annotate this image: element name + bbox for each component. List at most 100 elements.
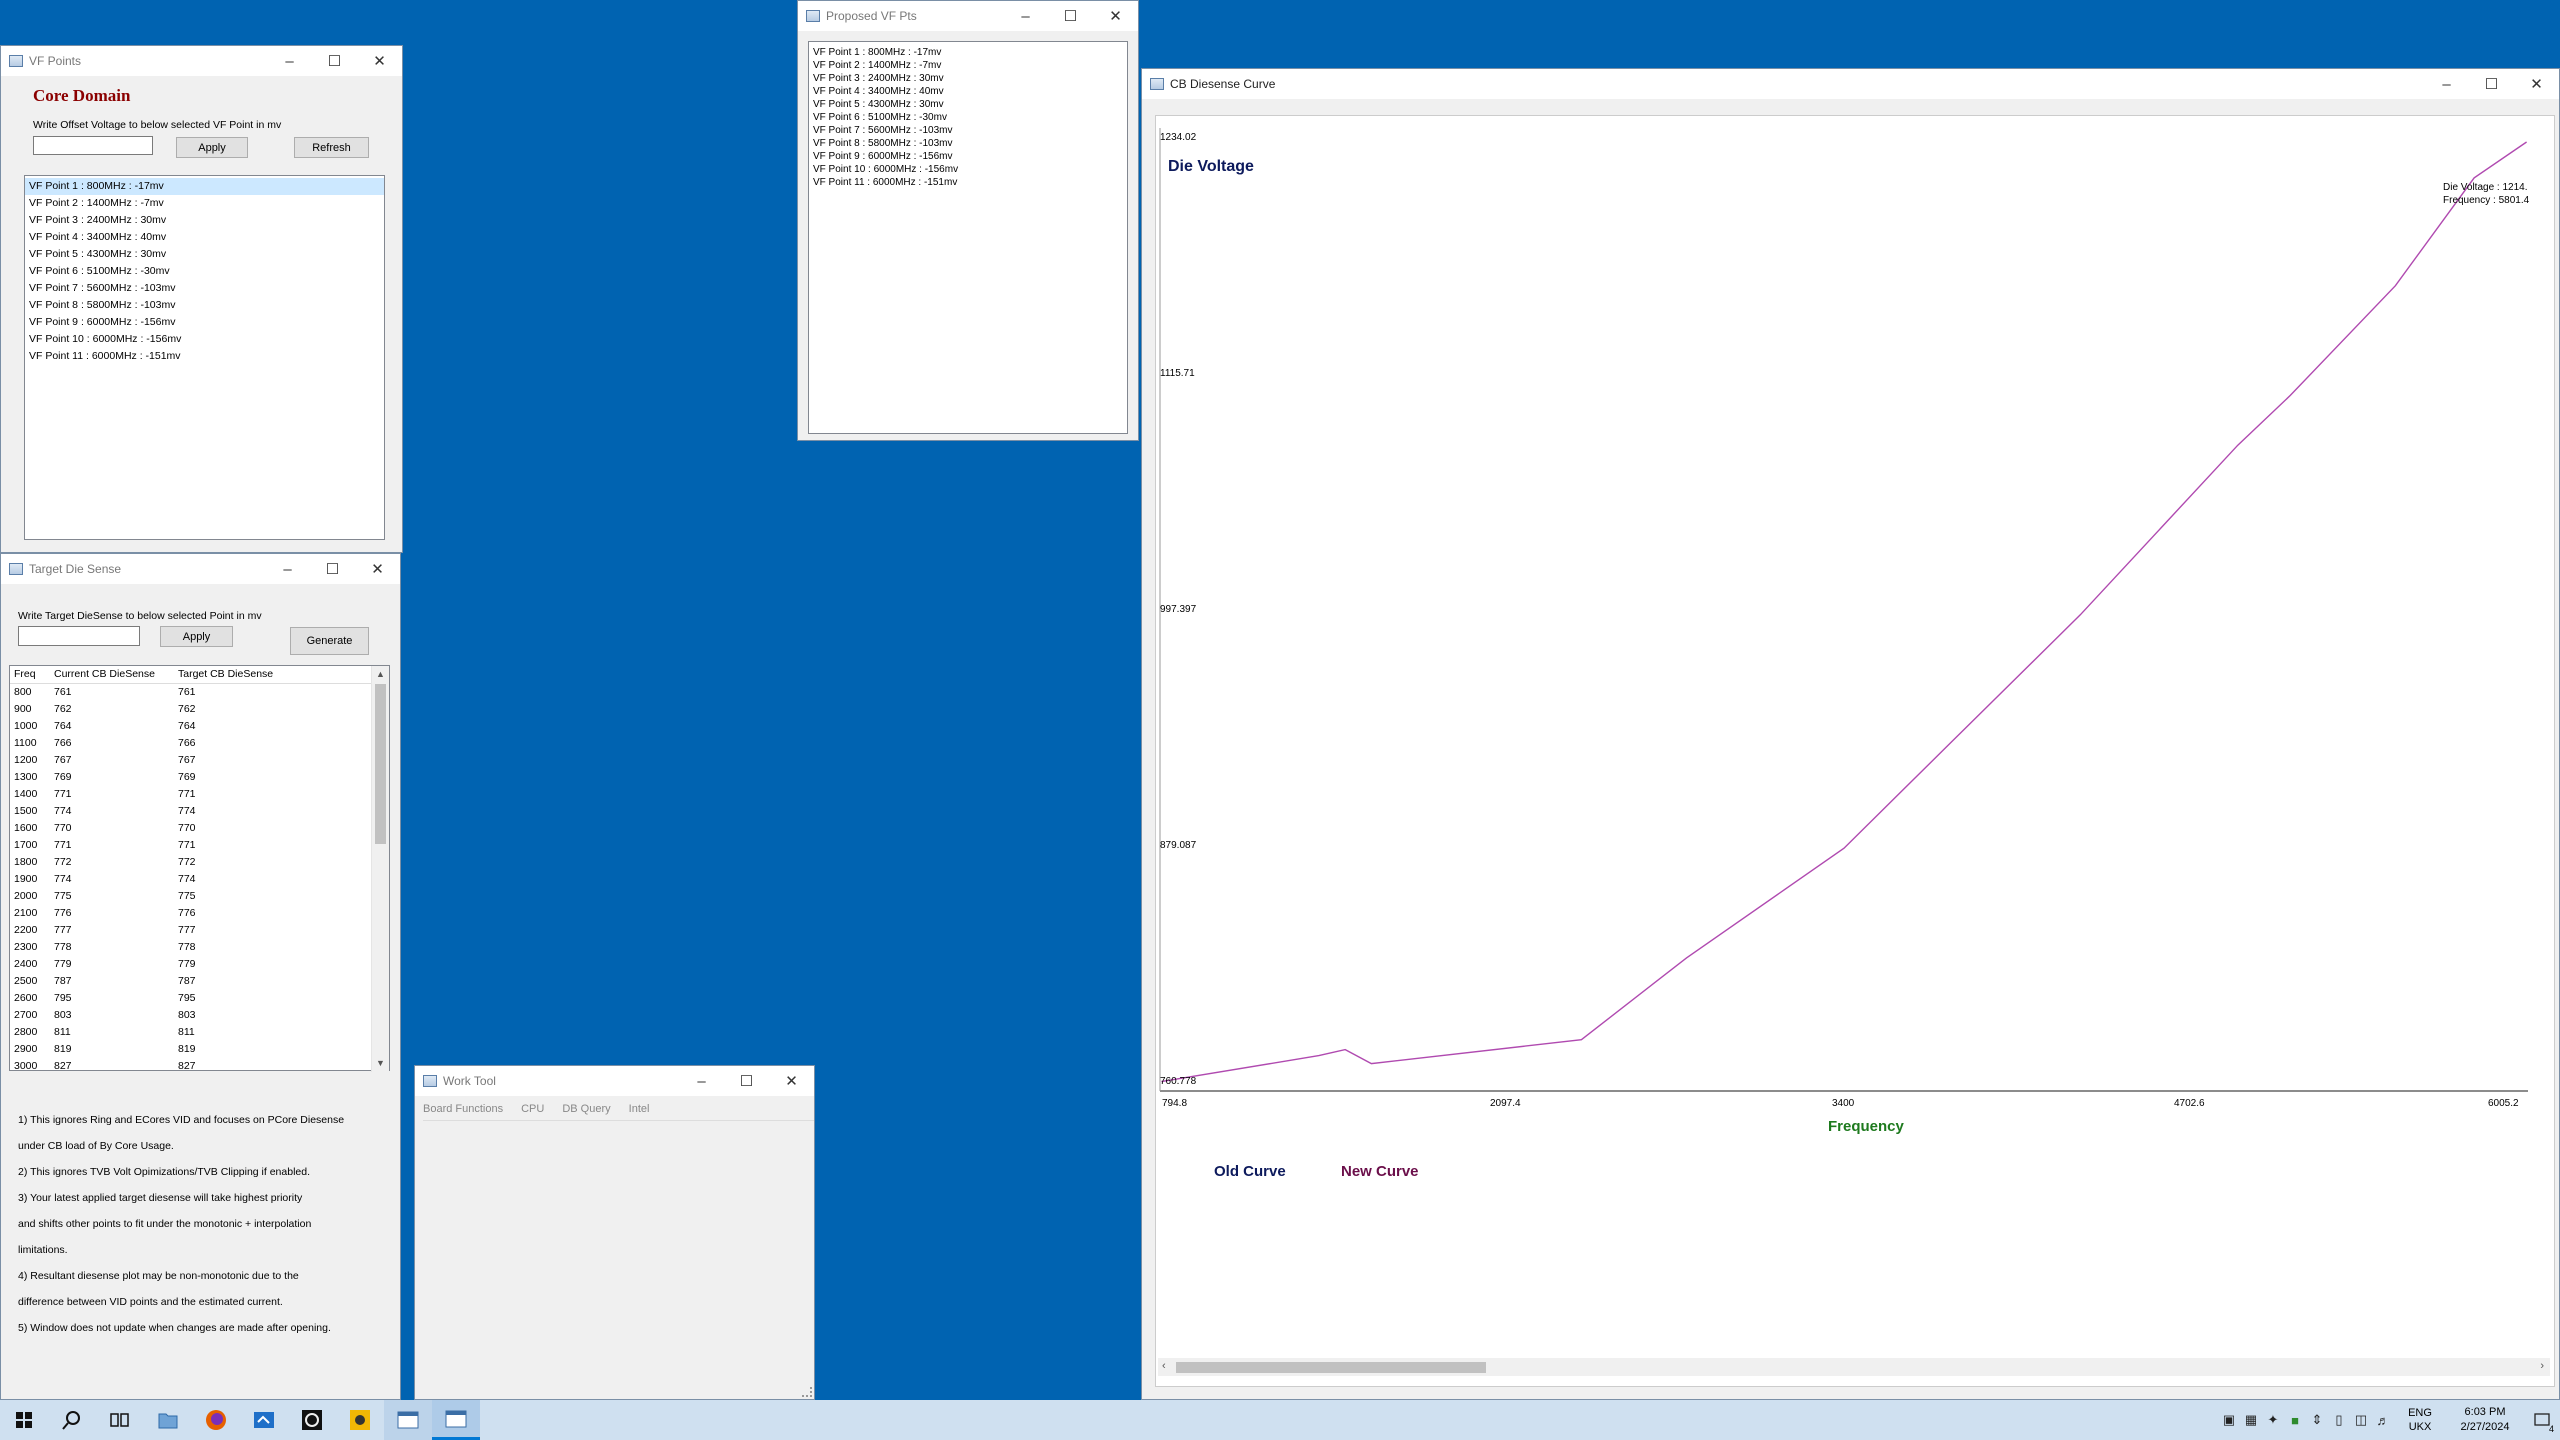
- tray-usb-icon[interactable]: ⇕: [2306, 1412, 2328, 1428]
- menu-board-functions[interactable]: Board Functions: [423, 1103, 503, 1115]
- clock[interactable]: 6:03 PM 2/27/2024: [2446, 1405, 2524, 1435]
- table-scrollbar[interactable]: ▲ ▼: [371, 666, 389, 1072]
- table-row[interactable]: 2600 795 795: [10, 990, 389, 1007]
- app-window-icon[interactable]: [384, 1400, 432, 1440]
- generate-button[interactable]: Generate: [290, 627, 369, 655]
- list-item[interactable]: VF Point 7 : 5600MHz : -103mv: [25, 280, 384, 297]
- table-row[interactable]: 2100 776 776: [10, 905, 389, 922]
- notification-center-icon[interactable]: 4: [2524, 1400, 2560, 1440]
- tray-battery-icon[interactable]: ▯: [2328, 1412, 2350, 1428]
- apply-target-button[interactable]: Apply: [160, 626, 233, 647]
- vf-points-titlebar[interactable]: VF Points – ☐ ✕: [1, 46, 402, 76]
- minimize-icon[interactable]: –: [2424, 69, 2469, 99]
- list-item[interactable]: VF Point 5 : 4300MHz : 30mv: [25, 246, 384, 263]
- list-item[interactable]: VF Point 10 : 6000MHz : -156mv: [25, 331, 384, 348]
- tray-tool-icon[interactable]: ✦: [2262, 1412, 2284, 1428]
- table-row[interactable]: 1600 770 770: [10, 820, 389, 837]
- resize-grip-icon[interactable]: [802, 1387, 812, 1397]
- start-windows-icon[interactable]: [0, 1400, 48, 1440]
- list-item[interactable]: VF Point 11 : 6000MHz : -151mv: [25, 348, 384, 365]
- list-item[interactable]: VF Point 9 : 6000MHz : -156mv: [25, 314, 384, 331]
- legend-old-curve[interactable]: Old Curve: [1214, 1163, 1286, 1180]
- list-item[interactable]: VF Point 1 : 800MHz : -17mv: [25, 178, 384, 195]
- list-item[interactable]: VF Point 8 : 5800MHz : -103mv: [25, 297, 384, 314]
- tray-speaker-icon[interactable]: ♬: [2372, 1413, 2394, 1428]
- close-icon[interactable]: ✕: [769, 1066, 814, 1096]
- maximize-icon[interactable]: ☐: [310, 554, 355, 584]
- col-freq[interactable]: Freq: [10, 666, 50, 683]
- table-row[interactable]: 2000 775 775: [10, 888, 389, 905]
- list-item[interactable]: VF Point 3 : 2400MHz : 30mv: [25, 212, 384, 229]
- app-dark-icon[interactable]: [288, 1400, 336, 1440]
- table-row[interactable]: 2300 778 778: [10, 939, 389, 956]
- curve-titlebar[interactable]: CB Diesense Curve – ☐ ✕: [1142, 69, 2559, 99]
- scroll-thumb[interactable]: [1176, 1362, 1486, 1373]
- close-icon[interactable]: ✕: [1093, 1, 1138, 31]
- table-row[interactable]: 1500 774 774: [10, 803, 389, 820]
- scroll-up-icon[interactable]: ▲: [372, 666, 389, 683]
- table-row[interactable]: 1200 767 767: [10, 752, 389, 769]
- tray-app-icon[interactable]: ▣: [2218, 1412, 2240, 1428]
- minimize-icon[interactable]: –: [267, 46, 312, 76]
- target-input[interactable]: [18, 626, 140, 646]
- apply-button[interactable]: Apply: [176, 137, 248, 158]
- close-icon[interactable]: ✕: [357, 46, 402, 76]
- close-icon[interactable]: ✕: [355, 554, 400, 584]
- col-target[interactable]: Target CB DieSense: [174, 666, 338, 683]
- scroll-down-icon[interactable]: ▼: [372, 1055, 389, 1072]
- legend-new-curve[interactable]: New Curve: [1341, 1163, 1419, 1180]
- proposed-titlebar[interactable]: Proposed VF Pts – ☐ ✕: [798, 1, 1138, 31]
- table-row[interactable]: 2800 811 811: [10, 1024, 389, 1041]
- close-icon[interactable]: ✕: [2514, 69, 2559, 99]
- col-current[interactable]: Current CB DieSense: [50, 666, 174, 683]
- file-explorer-icon[interactable]: [144, 1400, 192, 1440]
- table-row[interactable]: 3000 827 827: [10, 1058, 389, 1070]
- maximize-icon[interactable]: ☐: [2469, 69, 2514, 99]
- tray-nvidia-icon[interactable]: ■: [2284, 1413, 2306, 1428]
- maximize-icon[interactable]: ☐: [1048, 1, 1093, 31]
- table-row[interactable]: 1100 766 766: [10, 735, 389, 752]
- scroll-thumb[interactable]: [375, 684, 386, 844]
- target-titlebar[interactable]: Target Die Sense – ☐ ✕: [1, 554, 400, 584]
- table-row[interactable]: 2700 803 803: [10, 1007, 389, 1024]
- active-app-window-icon[interactable]: [432, 1400, 480, 1440]
- vf-points-list[interactable]: VF Point 1 : 800MHz : -17mv VF Point 2 : …: [24, 175, 385, 540]
- table-row[interactable]: 1400 771 771: [10, 786, 389, 803]
- task-view-icon[interactable]: [96, 1400, 144, 1440]
- table-row[interactable]: 2200 777 777: [10, 922, 389, 939]
- app-yellow-icon[interactable]: [336, 1400, 384, 1440]
- offset-input[interactable]: [33, 136, 153, 155]
- horizontal-scrollbar[interactable]: ‹ ›: [1158, 1358, 2550, 1376]
- minimize-icon[interactable]: –: [1003, 1, 1048, 31]
- table-row[interactable]: 2400 779 779: [10, 956, 389, 973]
- table-row[interactable]: 1800 772 772: [10, 854, 389, 871]
- table-row[interactable]: 1900 774 774: [10, 871, 389, 888]
- maximize-icon[interactable]: ☐: [312, 46, 357, 76]
- minimize-icon[interactable]: –: [679, 1066, 724, 1096]
- app-blue-icon[interactable]: [240, 1400, 288, 1440]
- scroll-right-icon[interactable]: ›: [2540, 1360, 2544, 1372]
- firefox-icon[interactable]: [192, 1400, 240, 1440]
- minimize-icon[interactable]: –: [265, 554, 310, 584]
- table-row[interactable]: 1300 769 769: [10, 769, 389, 786]
- table-row[interactable]: 800 761 761: [10, 684, 389, 701]
- language-indicator[interactable]: ENG UKX: [2400, 1406, 2440, 1434]
- refresh-button[interactable]: Refresh: [294, 137, 369, 158]
- menu-intel[interactable]: Intel: [629, 1103, 650, 1115]
- list-item[interactable]: VF Point 2 : 1400MHz : -7mv: [25, 195, 384, 212]
- die-sense-table[interactable]: Freq Current CB DieSense Target CB DieSe…: [9, 665, 390, 1071]
- table-row[interactable]: 1700 771 771: [10, 837, 389, 854]
- scroll-left-icon[interactable]: ‹: [1162, 1360, 1166, 1372]
- menu-cpu[interactable]: CPU: [521, 1103, 544, 1115]
- chart-canvas[interactable]: 1234.02 1115.71 997.397 879.087 760.778 794.…: [1155, 115, 2555, 1387]
- maximize-icon[interactable]: ☐: [724, 1066, 769, 1096]
- list-item[interactable]: VF Point 6 : 5100MHz : -30mv: [25, 263, 384, 280]
- curve-chart[interactable]: [1156, 116, 2554, 1346]
- menu-db-query[interactable]: DB Query: [562, 1103, 610, 1115]
- work-tool-titlebar[interactable]: Work Tool – ☐ ✕: [415, 1066, 814, 1096]
- table-row[interactable]: 2500 787 787: [10, 973, 389, 990]
- table-row[interactable]: 2900 819 819: [10, 1041, 389, 1058]
- tray-monitor-icon[interactable]: ▦: [2240, 1412, 2262, 1428]
- list-item[interactable]: VF Point 4 : 3400MHz : 40mv: [25, 229, 384, 246]
- table-row[interactable]: 900 762 762: [10, 701, 389, 718]
